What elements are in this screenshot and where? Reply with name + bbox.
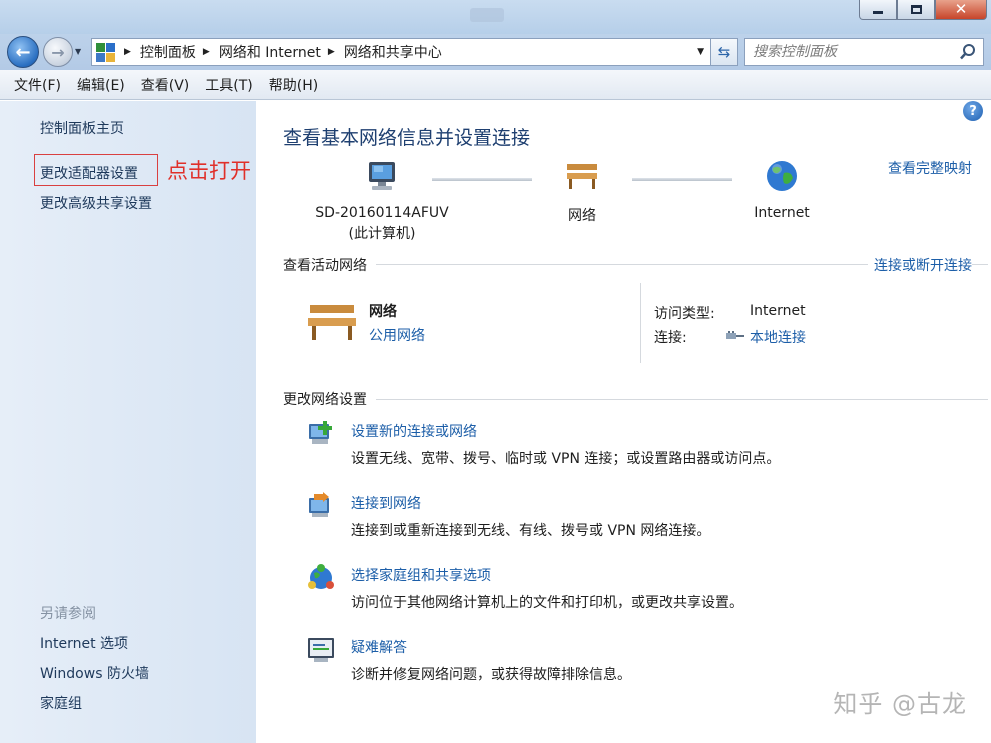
menu-view[interactable]: 查看(V) — [133, 75, 198, 95]
troubleshoot-icon — [308, 638, 334, 662]
network-node-name: 网络 — [568, 208, 596, 224]
sidebar: 控制面板主页 更改适配器设置 点击打开 更改高级共享设置 另请参阅 Intern… — [0, 101, 256, 743]
computer-name: SD-20160114AFUV — [315, 205, 449, 221]
window-controls: ✕ — [859, 0, 987, 22]
breadcrumb-separator-icon[interactable]: ▶ — [124, 47, 131, 57]
sidebar-link-homegroup[interactable]: 家庭组 — [40, 693, 82, 713]
access-type-value: Internet — [750, 303, 806, 319]
task-link-setup-connection[interactable]: 设置新的连接或网络 — [351, 421, 477, 441]
network-map-connector — [632, 178, 732, 181]
minimize-button[interactable] — [859, 0, 897, 20]
menu-bar: 文件(F) 编辑(E) 查看(V) 工具(T) 帮助(H) — [0, 70, 991, 100]
back-button[interactable]: ← — [7, 36, 39, 68]
connect-network-icon — [309, 492, 329, 517]
access-type-label: 访问类型: — [654, 306, 715, 322]
network-map-node-internet: Internet — [742, 205, 822, 221]
task-link-troubleshoot[interactable]: 疑难解答 — [351, 637, 407, 657]
homegroup-icon — [308, 564, 334, 589]
annotation-text: 点击打开 — [167, 159, 251, 183]
breadcrumb-control-panel[interactable]: 控制面板 — [140, 42, 196, 62]
change-settings-heading: 更改网络设置 — [283, 389, 373, 409]
page-title: 查看基本网络信息并设置连接 — [283, 127, 531, 149]
title-bar: ✕ — [0, 0, 991, 34]
local-connection-icon — [726, 331, 744, 339]
maximize-button[interactable] — [897, 0, 935, 20]
bench-icon[interactable] — [565, 161, 599, 191]
main-content: ? 查看基本网络信息并设置连接 查看完整映射 SD-20160114AFUV (… — [256, 101, 991, 743]
vertical-divider — [640, 283, 641, 363]
watermark: 知乎 @古龙 — [833, 690, 967, 718]
network-map-connector — [432, 178, 532, 181]
network-map-node-network: 网络 — [552, 205, 612, 225]
sidebar-link-control-panel-home[interactable]: 控制面板主页 — [40, 118, 124, 138]
search-input[interactable] — [753, 44, 953, 60]
task-link-homegroup-sharing[interactable]: 选择家庭组和共享选项 — [351, 565, 491, 585]
task-desc-connect-network: 连接到或重新连接到无线、有线、拨号或 VPN 网络连接。 — [351, 523, 711, 539]
refresh-button[interactable]: ⇆ — [710, 38, 738, 66]
address-dropdown-icon[interactable]: ▼ — [697, 47, 704, 57]
task-link-connect-network[interactable]: 连接到网络 — [351, 493, 421, 513]
menu-help[interactable]: 帮助(H) — [261, 75, 326, 95]
forward-arrow-icon: → — [51, 42, 65, 62]
menu-edit[interactable]: 编辑(E) — [69, 75, 133, 95]
bench-icon — [308, 305, 356, 340]
connect-disconnect-link[interactable]: 连接或断开连接 — [868, 255, 972, 275]
breadcrumb-network-sharing-center[interactable]: 网络和共享中心 — [344, 42, 442, 62]
task-desc-setup-connection: 设置无线、宽带、拨号、临时或 VPN 连接；或设置路由器或访问点。 — [351, 451, 781, 467]
control-panel-icon — [95, 41, 117, 63]
computer-subtitle: (此计算机) — [348, 226, 416, 242]
close-button[interactable]: ✕ — [935, 0, 987, 20]
see-also-heading: 另请参阅 — [40, 606, 96, 622]
help-icon[interactable]: ? — [963, 101, 983, 121]
globe-icon[interactable] — [765, 159, 799, 193]
window-title — [470, 8, 504, 22]
connection-label: 连接: — [654, 330, 687, 346]
breadcrumb-separator-icon[interactable]: ▶ — [203, 47, 210, 57]
network-map-node-computer: SD-20160114AFUV (此计算机) — [296, 205, 468, 243]
search-icon[interactable] — [959, 43, 977, 61]
back-arrow-icon: ← — [15, 41, 31, 63]
menu-file[interactable]: 文件(F) — [6, 75, 69, 95]
minimize-icon — [873, 11, 883, 14]
menu-tools[interactable]: 工具(T) — [197, 75, 260, 95]
breadcrumb-network-internet[interactable]: 网络和 Internet — [219, 42, 321, 62]
task-desc-homegroup-sharing: 访问位于其他网络计算机上的文件和打印机，或更改共享设置。 — [351, 595, 743, 611]
address-bar[interactable]: ▶ 控制面板 ▶ 网络和 Internet ▶ 网络和共享中心 ▼ — [91, 38, 711, 66]
section-divider — [376, 399, 988, 400]
history-dropdown-icon[interactable]: ▼ — [75, 47, 81, 56]
close-icon: ✕ — [954, 0, 968, 18]
computer-icon[interactable] — [366, 159, 398, 193]
sidebar-link-internet-options[interactable]: Internet 选项 — [40, 633, 128, 653]
task-desc-troubleshoot: 诊断并修复网络问题，或获得故障排除信息。 — [351, 667, 631, 683]
search-box[interactable] — [744, 38, 984, 66]
new-connection-icon — [309, 421, 332, 444]
active-networks-heading: 查看活动网络 — [283, 255, 373, 275]
network-location-link[interactable]: 公用网络 — [369, 325, 425, 345]
navigation-bar: ← → ▼ ▶ 控制面板 ▶ 网络和 Internet ▶ 网络和共享中心 ▼ … — [0, 34, 991, 70]
active-network-name: 网络 — [369, 304, 397, 320]
refresh-icon: ⇆ — [717, 43, 731, 61]
sidebar-link-change-advanced-sharing[interactable]: 更改高级共享设置 — [40, 193, 152, 213]
internet-node-name: Internet — [754, 205, 810, 221]
sidebar-link-change-adapter-settings[interactable]: 更改适配器设置 — [40, 163, 138, 183]
view-full-map-link[interactable]: 查看完整映射 — [888, 158, 972, 178]
breadcrumb-separator-icon[interactable]: ▶ — [328, 47, 335, 57]
maximize-icon — [910, 5, 922, 14]
sidebar-link-windows-firewall[interactable]: Windows 防火墙 — [40, 663, 149, 683]
forward-button[interactable]: → — [43, 37, 73, 67]
local-connection-link[interactable]: 本地连接 — [750, 327, 806, 347]
